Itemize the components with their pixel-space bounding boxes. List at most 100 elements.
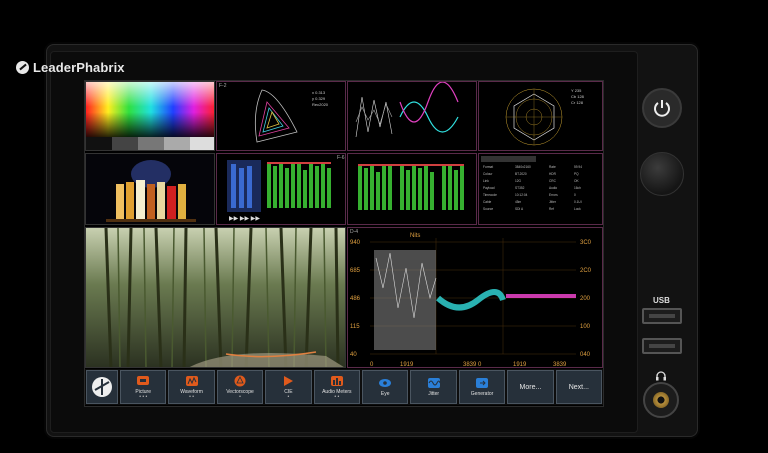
button-label: More... (519, 383, 542, 391)
axis-top-label: Nits (410, 233, 420, 239)
button-label: Eye (380, 391, 390, 397)
audio-meter-bars (358, 164, 464, 210)
waveform-pane[interactable] (347, 81, 477, 151)
axis-right-tick: 200 (580, 296, 591, 302)
button-label: Jitter (428, 391, 440, 397)
waveform-icon (185, 375, 198, 386)
vectorscope-graticule: Y 235 Cb 128 Cr 128 (505, 88, 585, 146)
picture-thumbnail-pane[interactable] (85, 153, 215, 225)
svg-text:Cr 128: Cr 128 (571, 100, 584, 105)
button-label: Generator (470, 391, 494, 397)
svg-text:Cable: Cable (483, 200, 492, 204)
svg-text:45m: 45m (515, 200, 522, 204)
power-button[interactable] (642, 88, 682, 128)
axis-left-tick: 685 (350, 268, 361, 274)
svg-text:Format: Format (483, 165, 493, 169)
nits-waveform-graph: 940 685 486 115 40 3C0 2C0 200 100 040 N… (350, 233, 592, 368)
eye-button[interactable]: Eye (362, 370, 409, 404)
vectorscope-icon (234, 375, 246, 386)
svg-text:SDI A: SDI A (515, 207, 524, 211)
vectorscope-pane[interactable]: Y 235 Cb 128 Cr 128 (478, 81, 603, 151)
svg-text:Lock: Lock (574, 207, 581, 211)
svg-text:CRC: CRC (549, 179, 557, 183)
axis-bottom-tick: 3839 (553, 362, 567, 368)
svg-text:Cb 128: Cb 128 (571, 94, 585, 99)
svg-text:Rec2020: Rec2020 (312, 102, 329, 107)
button-dots: • • • (139, 393, 148, 400)
picture-button[interactable]: Picture • • • (120, 370, 167, 404)
audio-meters-pane-b[interactable] (347, 153, 477, 225)
svg-text:Colour: Colour (483, 172, 493, 176)
audio-meters-button[interactable]: Audio Meters • • (313, 370, 361, 404)
color-bars-pane[interactable] (85, 81, 215, 151)
axis-right-tick: 040 (580, 352, 591, 358)
headphone-jack[interactable] (643, 382, 679, 418)
control-knob[interactable] (640, 152, 684, 196)
svg-text:Errors: Errors (549, 193, 558, 197)
svg-text:0: 0 (574, 193, 576, 197)
waveform-button[interactable]: Waveform • • (168, 370, 215, 404)
svg-text:Ref: Ref (549, 207, 554, 211)
svg-text:59.94: 59.94 (574, 165, 582, 169)
audio-meters-icon (330, 375, 343, 386)
axis-left-tick: 486 (350, 296, 361, 302)
axis-right-tick: 3C0 (580, 240, 592, 246)
axis-bottom-tick: 3839 0 (463, 362, 482, 368)
svg-text:Audio: Audio (549, 186, 557, 190)
audio-meter-bars: ▶▶ ▶▶ ▶▶ (227, 160, 331, 222)
button-dots: • (239, 393, 241, 400)
svg-text:Timecode: Timecode (483, 193, 497, 197)
svg-text:Source: Source (483, 207, 493, 211)
button-label: Next... (568, 383, 589, 391)
pane-label: F-6 (337, 155, 345, 161)
pane-label: D-4 (350, 229, 359, 235)
axis-left-tick: 940 (350, 240, 361, 246)
vectorscope-button[interactable]: Vectorscope • (216, 370, 264, 404)
svg-text:10:12:04: 10:12:04 (515, 193, 528, 197)
more-button[interactable]: More... (507, 370, 554, 404)
svg-text:Link: Link (483, 179, 489, 183)
bottom-toolbar: Picture • • • Waveform • • Vectorscope •… (85, 369, 603, 405)
usb-port[interactable] (642, 338, 682, 354)
jitter-button[interactable]: Jitter (410, 370, 457, 404)
power-icon (654, 100, 670, 117)
color-bars-picture (86, 82, 214, 150)
usb-label: USB (653, 296, 670, 305)
brand-logo-text: LeaderPhabrix (33, 60, 125, 75)
svg-text:OK: OK (574, 179, 579, 183)
axis-bottom-tick: 1919 (400, 362, 414, 368)
nits-waveform-pane[interactable]: D-4 940 685 486 115 40 3C0 2C0 200 100 0… (347, 227, 603, 368)
generator-icon (476, 378, 489, 388)
main-picture-pane[interactable] (85, 227, 346, 368)
next-button[interactable]: Next... (555, 370, 603, 404)
svg-text:Rate: Rate (549, 165, 556, 169)
eye-icon (379, 379, 392, 387)
pane-label: F-2 (219, 83, 227, 89)
svg-text:PQ: PQ (574, 172, 579, 176)
usb-port[interactable] (642, 308, 682, 324)
audio-meters-pane-a[interactable]: F-6 ▶▶ ▶▶ ▶▶ (216, 153, 346, 225)
generator-button[interactable]: Generator (458, 370, 506, 404)
cie-button[interactable]: CIE • (265, 370, 312, 404)
bamboo-forest-picture (86, 228, 345, 367)
axis-bottom-tick: 0 (370, 362, 374, 368)
svg-text:Payload: Payload (483, 186, 495, 190)
svg-text:3840x2160: 3840x2160 (515, 165, 531, 169)
home-button[interactable] (86, 370, 118, 404)
svg-text:y 0.329: y 0.329 (312, 96, 326, 101)
axis-right-tick: 2C0 (580, 268, 592, 274)
svg-text:HDR: HDR (549, 172, 557, 176)
svg-text:16ch: 16ch (574, 186, 581, 190)
cie-chart-pane[interactable]: F-2 x 0.313 y 0.329 Rec2020 (216, 81, 346, 151)
waveform-trace (355, 82, 459, 138)
svg-text:BT.2020: BT.2020 (515, 172, 527, 176)
axis-left-tick: 40 (350, 352, 357, 358)
status-table: Format 3840x2160 Rate 59.94 Colour BT.2020 HD… (481, 156, 582, 211)
axis-left-tick: 115 (350, 324, 360, 330)
picture-icon (137, 375, 150, 385)
jitter-icon (427, 378, 441, 388)
status-table-pane[interactable]: Format 3840x2160 Rate 59.94 Colour BT.2020 HD… (478, 153, 603, 225)
display-screen: F-2 x 0.313 y 0.329 Rec2020 Y 235 Cb 128… (84, 80, 604, 407)
svg-text:▶▶ ▶▶ ▶▶: ▶▶ ▶▶ ▶▶ (229, 216, 260, 222)
headphone-jack-socket (653, 392, 669, 408)
